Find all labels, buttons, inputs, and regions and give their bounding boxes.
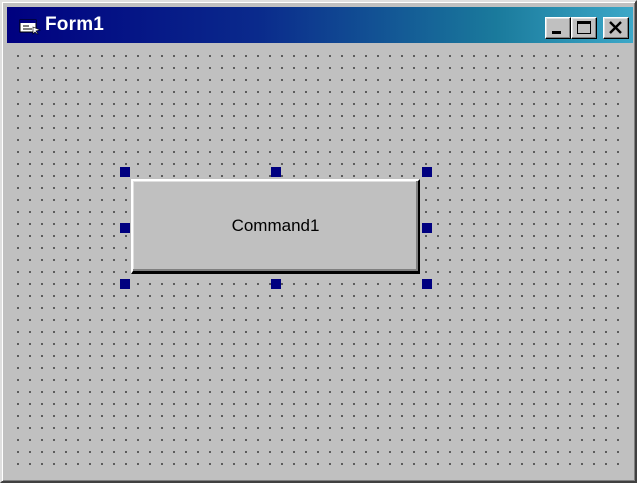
resize-handle-top[interactable] [271, 167, 281, 177]
maximize-icon [577, 21, 591, 34]
form-icon [19, 17, 41, 35]
resize-handle-top-left[interactable] [120, 167, 130, 177]
resize-handle-right[interactable] [422, 223, 432, 233]
minimize-icon [552, 31, 561, 34]
resize-handle-bottom-left[interactable] [120, 279, 130, 289]
command1-button[interactable]: Command1 [131, 179, 420, 274]
resize-handle-top-right[interactable] [422, 167, 432, 177]
window-title: Form1 [45, 14, 105, 35]
minimize-button[interactable] [545, 17, 571, 39]
resize-handle-left[interactable] [120, 223, 130, 233]
title-bar[interactable]: Form1 [7, 7, 633, 43]
resize-handle-bottom[interactable] [271, 279, 281, 289]
form-design-surface[interactable]: Command1 [10, 47, 629, 475]
form-window[interactable]: Form1 Command1 [0, 0, 637, 483]
close-button[interactable] [603, 17, 629, 39]
close-icon [609, 21, 622, 34]
command1-caption: Command1 [231, 216, 320, 235]
resize-handle-bottom-right[interactable] [422, 279, 432, 289]
maximize-button[interactable] [571, 17, 597, 39]
